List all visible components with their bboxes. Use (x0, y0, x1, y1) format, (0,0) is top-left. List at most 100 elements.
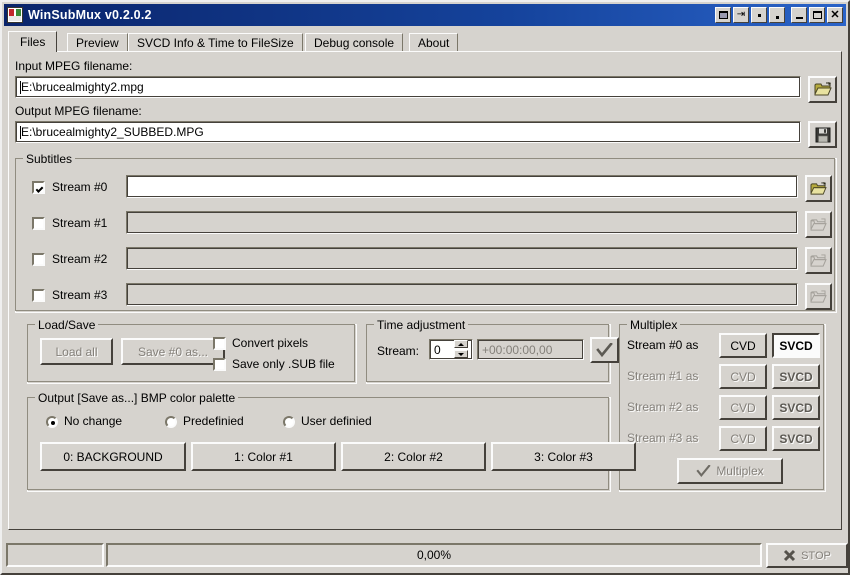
palette-color-3-label: 3: Color #3 (534, 450, 593, 464)
stream-0-browse-button[interactable] (805, 175, 832, 202)
palette-user-defined-radio[interactable] (283, 416, 295, 428)
multiplex-caption: Multiplex (627, 318, 680, 332)
floppy-save-icon (815, 127, 831, 143)
time-offset-value: +00:00:00,00 (482, 343, 552, 357)
multiplex-button-label: Multiplex (716, 464, 763, 478)
time-apply-button[interactable] (590, 337, 619, 363)
stream-0-checkbox[interactable] (32, 181, 45, 194)
palette-predefined-radio[interactable] (165, 416, 177, 428)
palette-caption: Output [Save as...] BMP color palette (35, 391, 238, 405)
convert-pixels-checkbox[interactable] (213, 337, 226, 350)
dot-icon (776, 16, 779, 19)
palette-color-0-label: 0: BACKGROUND (63, 450, 162, 464)
stream-3-label: Stream #3 (52, 288, 107, 302)
palette-no-change-radio[interactable] (46, 416, 58, 428)
stream-3-checkbox[interactable] (32, 289, 45, 302)
multiplex-row-3-svcd-button: SVCD (772, 426, 820, 451)
stream-3-browse-button (805, 283, 832, 310)
input-filename-field[interactable]: E:\brucealmighty2.mpg (15, 76, 801, 98)
checkmark-icon (696, 465, 711, 478)
stop-button-label: STOP (801, 550, 831, 562)
close-button[interactable]: ✕ (827, 7, 843, 23)
folder-open-icon (810, 254, 827, 268)
multiplex-row-3-cvd-button: CVD (719, 426, 767, 451)
save-only-sub-checkbox[interactable] (213, 358, 226, 371)
tab-label: About (418, 36, 449, 50)
input-browse-button[interactable] (808, 76, 837, 103)
stream-0-label: Stream #0 (52, 180, 107, 194)
time-stream-label: Stream: (377, 344, 419, 358)
pin-icon: ⇥ (737, 10, 745, 20)
multiplex-row-0-label: Stream #0 as (627, 338, 698, 352)
output-filename-field[interactable]: E:\brucealmighty2_SUBBED.MPG (15, 121, 801, 143)
dot-button-1[interactable] (751, 7, 767, 23)
tab-preview[interactable]: Preview (67, 33, 128, 51)
spinner-up-button[interactable] (454, 340, 468, 348)
palette-no-change-label: No change (64, 414, 122, 428)
minimize-button[interactable] (791, 7, 807, 23)
time-adjustment-group: Time adjustment Stream: 0 +00:00:00,00 (366, 324, 611, 384)
dot-button-2[interactable] (769, 7, 785, 23)
rollup-button[interactable] (715, 7, 731, 23)
stream-2-label: Stream #2 (52, 252, 107, 266)
subtitles-group: Subtitles Stream #0 Stream #1 (15, 158, 837, 313)
time-stream-value: 0 (434, 343, 441, 357)
output-save-button[interactable] (808, 121, 837, 148)
save-as-button[interactable]: Save #0 as... (121, 338, 225, 365)
save-as-label: Save #0 as... (138, 345, 208, 359)
output-filename-value: E:\brucealmighty2_SUBBED.MPG (21, 125, 204, 139)
output-filename-label: Output MPEG filename: (15, 104, 142, 118)
cvd-label: CVD (730, 432, 755, 446)
spinner-down-button[interactable] (454, 350, 468, 358)
palette-color-3-button[interactable]: 3: Color #3 (491, 442, 636, 471)
multiplex-row-2-svcd-button: SVCD (772, 395, 820, 420)
palette-user-defined-label: User definied (301, 414, 372, 428)
maximize-button[interactable] (809, 7, 825, 23)
multiplex-row-2-cvd-button: CVD (719, 395, 767, 420)
folder-open-icon (810, 218, 827, 232)
palette-color-1-label: 1: Color #1 (234, 450, 293, 464)
tab-label: SVCD Info & Time to FileSize (137, 36, 294, 50)
multiplex-row-1-svcd-button: SVCD (772, 364, 820, 389)
multiplex-button[interactable]: Multiplex (677, 458, 783, 484)
stop-button[interactable]: STOP (766, 543, 848, 568)
chevron-down-icon (458, 353, 464, 356)
app-icon (7, 7, 23, 23)
tab-files[interactable]: Files (8, 31, 57, 52)
minimize-icon (796, 17, 803, 19)
cvd-label: CVD (730, 370, 755, 384)
pin-button[interactable]: ⇥ (733, 7, 749, 23)
status-bar: 0,00% STOP (6, 543, 844, 569)
folder-open-icon (814, 82, 832, 97)
palette-group: Output [Save as...] BMP color palette No… (27, 397, 611, 492)
tab-about[interactable]: About (409, 33, 458, 51)
multiplex-row-0-svcd-button[interactable]: SVCD (772, 333, 820, 358)
palette-color-0-button[interactable]: 0: BACKGROUND (40, 442, 186, 471)
stream-2-field (126, 247, 798, 270)
multiplex-row-1-cvd-button: CVD (719, 364, 767, 389)
palette-predefined-label: Predefinied (183, 414, 244, 428)
folder-open-icon (810, 290, 827, 304)
palette-color-2-label: 2: Color #2 (384, 450, 443, 464)
stream-0-field[interactable] (126, 175, 798, 198)
stream-2-checkbox[interactable] (32, 253, 45, 266)
load-all-button[interactable]: Load all (40, 338, 113, 365)
svcd-label: SVCD (779, 339, 812, 353)
stream-1-checkbox[interactable] (32, 217, 45, 230)
palette-color-1-button[interactable]: 1: Color #1 (191, 442, 336, 471)
status-left-cell (6, 543, 104, 567)
multiplex-row-0-cvd-button[interactable]: CVD (719, 333, 767, 358)
tab-strip: Files Preview SVCD Info & Time to FileSi… (8, 31, 842, 51)
tab-svcd-info[interactable]: SVCD Info & Time to FileSize (128, 33, 303, 51)
input-filename-label: Input MPEG filename: (15, 59, 132, 73)
cvd-label: CVD (730, 339, 755, 353)
time-offset-field: +00:00:00,00 (477, 339, 584, 360)
load-save-group: Load/Save Load all Save #0 as... Convert… (27, 324, 357, 384)
rollup-icon (719, 11, 728, 19)
palette-color-2-button[interactable]: 2: Color #2 (341, 442, 486, 471)
svcd-label: SVCD (779, 432, 812, 446)
svcd-label: SVCD (779, 401, 812, 415)
multiplex-row-3-label: Stream #3 as (627, 431, 698, 445)
tab-debug-console[interactable]: Debug console (305, 33, 403, 51)
files-tab-page: Input MPEG filename: E:\brucealmighty2.m… (8, 51, 842, 530)
